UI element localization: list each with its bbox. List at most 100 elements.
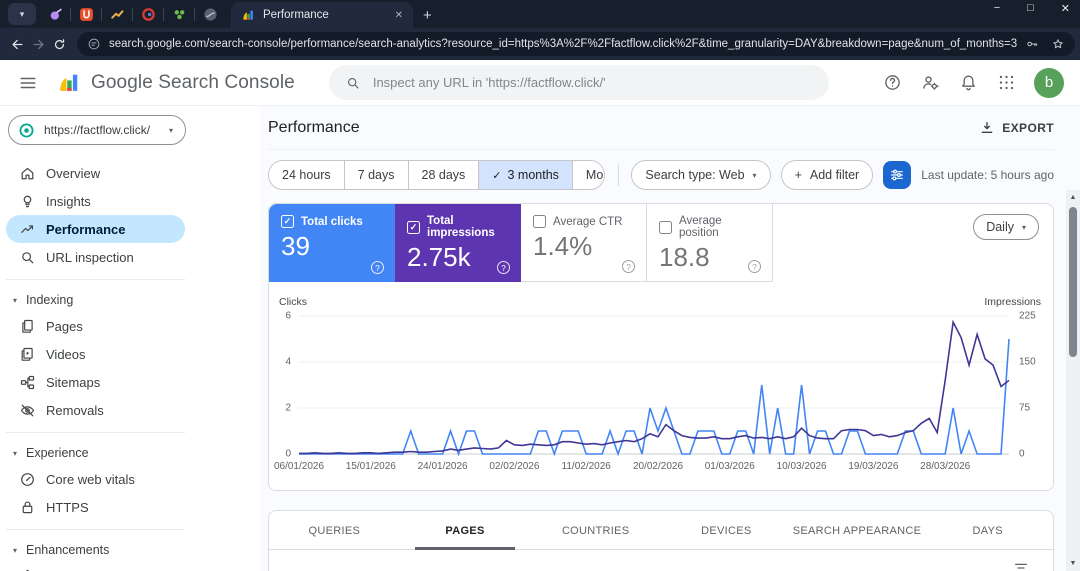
x-axis-tick: 10/03/2026 [776, 461, 827, 472]
google-apps-grid-icon[interactable] [992, 69, 1020, 97]
window-minimize-button[interactable]: − [994, 2, 1000, 15]
address-bar[interactable]: search.google.com/search-console/perform… [77, 32, 1076, 56]
sidebar-section-experience[interactable]: ▾ Experience [0, 441, 260, 465]
chip-24-hours[interactable]: 24 hours [269, 161, 344, 189]
chevron-down-icon: ▾ [168, 125, 173, 135]
browser-tab-performance[interactable]: Performance ✕ [231, 2, 413, 28]
metric-card-total-clicks[interactable]: ✓ Total clicks 39? [269, 204, 395, 282]
back-button[interactable] [10, 32, 25, 56]
property-selector[interactable]: https://factflow.click/ ▾ [8, 115, 186, 145]
sidebar-item-insights[interactable]: Insights [6, 187, 185, 215]
hamburger-menu-icon[interactable] [16, 71, 40, 95]
sidebar-item-videos[interactable]: Videos [6, 340, 185, 368]
performance-icon [19, 221, 36, 238]
pinned-tab-u-icon[interactable] [71, 2, 101, 26]
x-axis-tick: 28/03/2026 [920, 461, 971, 472]
tab-search-appearance[interactable]: SEARCH APPEARANCE [792, 513, 923, 549]
help-icon[interactable]: ? [748, 260, 761, 273]
scroll-down-icon[interactable]: ▼ [1070, 560, 1077, 567]
sidebar-item-pages[interactable]: Pages [6, 312, 185, 340]
reload-button[interactable] [52, 32, 67, 56]
tab-days[interactable]: DAYS [922, 513, 1053, 549]
last-update-text: Last update: 5 hours ago [921, 168, 1054, 182]
metric-value: 1.4% [533, 231, 593, 261]
x-axis-tick: 06/01/2026 [273, 461, 325, 472]
sidebar-item-overview[interactable]: Overview [6, 159, 185, 187]
pinned-tab-globe-icon[interactable] [195, 2, 225, 26]
sidebar-section-enhancements[interactable]: ▾ Enhancements [0, 538, 260, 562]
sidebar-item-https[interactable]: HTTPS [6, 493, 185, 521]
metric-card-average-ctr[interactable]: Average CTR 1.4%? [521, 204, 647, 282]
url-inspect-input[interactable] [372, 75, 813, 90]
chevron-down-icon: ▾ [1021, 222, 1026, 232]
scroll-up-icon[interactable]: ▲ [1070, 194, 1077, 201]
checkbox[interactable] [659, 220, 672, 234]
user-settings-icon[interactable] [916, 69, 944, 97]
metric-card-total-impressions[interactable]: ✓ Total impressions 2.75k? [395, 204, 521, 282]
pinned-tab-comet-icon[interactable] [40, 2, 70, 26]
chip-7-days[interactable]: 7 days [343, 161, 408, 189]
bookmark-star-icon[interactable] [1051, 37, 1065, 51]
window-close-button[interactable]: ✕ [1061, 2, 1070, 15]
url-text[interactable]: search.google.com/search-console/perform… [109, 38, 1017, 50]
sidebar-item-removals[interactable]: Removals [6, 396, 185, 424]
window-maximize-button[interactable]: □ [1027, 2, 1034, 15]
password-key-icon[interactable] [1025, 37, 1039, 51]
checkbox[interactable]: ✓ [281, 215, 294, 228]
pinned-tab-cluster-icon[interactable] [164, 2, 194, 26]
help-icon[interactable]: ? [622, 260, 635, 273]
tab-pages[interactable]: PAGES [400, 513, 531, 549]
tab-label: COUNTRIES [561, 525, 630, 537]
search-console-logo-icon [56, 70, 81, 95]
site-info-icon[interactable] [87, 37, 101, 51]
dimension-tabs: QUERIES PAGES COUNTRIES DEVICES SEARCH APPEA… [269, 513, 1053, 550]
sidebar-item-label: Pages [46, 318, 83, 334]
granularity-select[interactable]: Daily ▾ [973, 214, 1039, 240]
sidebar-item-label: Core web vitals [46, 471, 135, 487]
page-scrollbar[interactable]: ▲ ▼ [1066, 190, 1080, 571]
tab-queries[interactable]: QUERIES [269, 513, 400, 549]
new-tab-button[interactable]: + [423, 7, 432, 24]
pinned-tab-gold-trend-icon[interactable] [102, 2, 132, 26]
sidebar-item-performance[interactable]: Performance [6, 215, 185, 243]
help-icon[interactable]: ? [497, 261, 510, 274]
tab-devices[interactable]: DEVICES [661, 513, 792, 549]
pinned-tab-target-icon[interactable] [133, 2, 163, 26]
section-label: Experience [26, 446, 89, 460]
tab-close-icon[interactable]: ✕ [393, 8, 405, 23]
scrollbar-thumb[interactable] [1069, 207, 1077, 357]
left-axis-title: Clicks [279, 296, 307, 308]
sidebar-item-sitemaps[interactable]: Sitemaps [6, 368, 185, 396]
url-inspect-searchbox[interactable] [328, 65, 829, 100]
chart-plot[interactable]: 0 2 4 6 0 75 150 225 06/01/2026 15/01/2026 24/01/2… [274, 311, 1036, 473]
sidebar-item-url-inspection[interactable]: URL inspection [6, 243, 185, 271]
plus-icon: + [794, 168, 802, 182]
notifications-bell-icon[interactable] [954, 69, 982, 97]
chip-more[interactable]: More▾ [571, 161, 604, 189]
sidebar-item-faq[interactable]: FAQ [6, 562, 185, 571]
forward-button[interactable] [31, 32, 46, 56]
help-icon[interactable]: ? [371, 261, 384, 274]
search-console-logo[interactable]: Google Search Console [56, 70, 295, 95]
checkbox[interactable]: ✓ [407, 220, 420, 234]
tab-countries[interactable]: COUNTRIES [530, 513, 661, 549]
account-avatar[interactable]: b [1034, 67, 1064, 98]
export-button[interactable]: EXPORT [979, 120, 1054, 136]
series-total-clicks [299, 339, 1009, 454]
search-type-filter[interactable]: Search type: Web ▾ [631, 160, 771, 190]
checkbox[interactable] [533, 215, 546, 228]
chip-28-days[interactable]: 28 days [407, 161, 479, 189]
tab-search-button[interactable]: ▾ [8, 3, 36, 25]
add-filter-button[interactable]: + Add filter [780, 160, 874, 190]
help-icon[interactable] [878, 69, 906, 97]
sidebar-item-label: HTTPS [46, 499, 89, 515]
x-axis-tick: 15/01/2026 [345, 461, 396, 472]
table-filter-icon[interactable] [1013, 560, 1029, 571]
sidebar-item-core-web-vitals[interactable]: Core web vitals [6, 465, 185, 493]
gauge-icon [19, 471, 36, 488]
sidebar-section-indexing[interactable]: ▾ Indexing [0, 288, 260, 312]
chip-3-months[interactable]: ✓ 3 months [478, 161, 572, 189]
metric-card-average-position[interactable]: Average position 18.8? [647, 204, 773, 282]
right-axis-tick: 225 [1019, 310, 1036, 322]
filter-settings-button[interactable] [883, 161, 912, 189]
